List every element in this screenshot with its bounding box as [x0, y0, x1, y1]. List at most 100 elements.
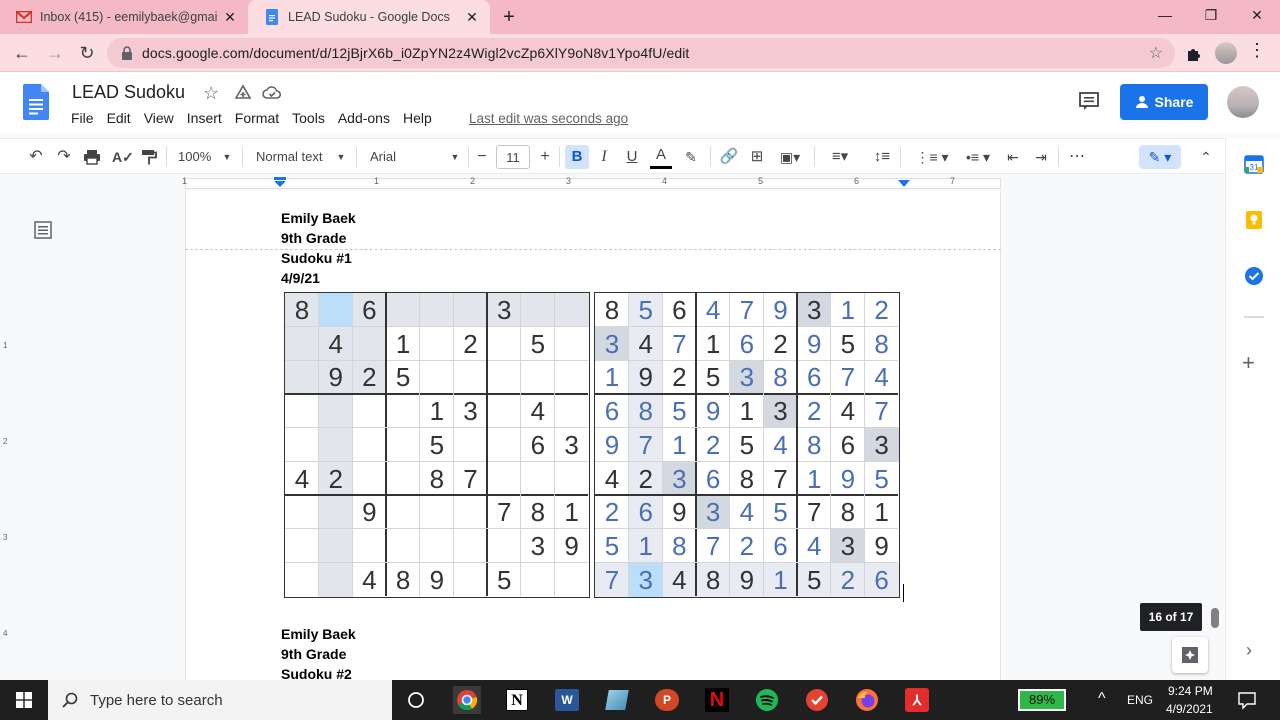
- italic-button[interactable]: I: [593, 145, 615, 169]
- sudoku-cell[interactable]: 7: [831, 360, 865, 394]
- sudoku-cell[interactable]: 5: [420, 428, 454, 462]
- spellcheck-icon[interactable]: A✓: [112, 145, 134, 169]
- sudoku-cell[interactable]: [318, 562, 353, 597]
- sudoku-cell[interactable]: 8: [662, 529, 696, 563]
- increase-indent-icon[interactable]: ⇥: [1031, 145, 1051, 169]
- sudoku-cell[interactable]: 1: [628, 528, 663, 563]
- powerpoint-icon[interactable]: P: [653, 686, 681, 714]
- sudoku-cell[interactable]: [386, 394, 420, 428]
- sudoku-cell[interactable]: 6: [521, 428, 555, 462]
- document-title[interactable]: LEAD Sudoku: [72, 82, 185, 103]
- increase-font-size-icon[interactable]: +: [537, 145, 553, 169]
- sudoku-cell[interactable]: [555, 394, 589, 428]
- sudoku-cell[interactable]: 7: [865, 394, 899, 428]
- sudoku-cell[interactable]: 3: [628, 562, 663, 597]
- sudoku-cell[interactable]: [285, 563, 319, 597]
- highlight-icon[interactable]: ✎: [681, 145, 701, 169]
- sudoku-cell[interactable]: 8: [386, 563, 420, 597]
- sudoku-cell[interactable]: 8: [696, 562, 731, 597]
- sudoku-cell[interactable]: 6: [797, 360, 831, 394]
- insert-image-icon[interactable]: ▣▾: [775, 145, 805, 169]
- chevron-down-icon[interactable]: ▼: [335, 145, 347, 169]
- sudoku-cell[interactable]: 1: [555, 495, 589, 529]
- sudoku-cell[interactable]: 4: [865, 360, 899, 394]
- underline-button[interactable]: U: [621, 145, 643, 169]
- menu-insert[interactable]: Insert: [187, 110, 222, 126]
- sudoku-cell[interactable]: 1: [386, 327, 420, 361]
- sudoku-cell[interactable]: 5: [386, 360, 420, 394]
- sudoku-cell[interactable]: 4: [521, 394, 555, 428]
- netflix-icon[interactable]: N: [703, 686, 731, 714]
- sudoku-cell[interactable]: 5: [865, 462, 899, 496]
- sudoku-cell[interactable]: [386, 495, 420, 529]
- sudoku-cell[interactable]: 9: [729, 562, 764, 597]
- language-indicator[interactable]: ENG: [1127, 693, 1153, 707]
- sudoku-cell[interactable]: 1: [595, 360, 629, 394]
- sudoku-cell[interactable]: 8: [595, 293, 629, 327]
- sudoku-cell[interactable]: 5: [797, 562, 832, 597]
- sudoku-cell[interactable]: 9: [555, 529, 589, 563]
- sudoku-cell[interactable]: 2: [830, 562, 865, 597]
- sudoku-cell[interactable]: 2: [454, 327, 488, 361]
- sudoku-cell[interactable]: 4: [318, 326, 353, 361]
- sudoku-cell[interactable]: [352, 394, 386, 428]
- sudoku-cell[interactable]: 3: [487, 293, 522, 327]
- sticky-notes-icon[interactable]: [603, 686, 631, 714]
- sudoku-cell[interactable]: 4: [285, 462, 319, 496]
- sudoku-cell[interactable]: 5: [487, 563, 521, 597]
- sudoku-cell[interactable]: [453, 293, 488, 327]
- sudoku-cell[interactable]: 8: [764, 360, 798, 394]
- sudoku-cell[interactable]: 4: [352, 563, 386, 597]
- task-view-icon[interactable]: [402, 686, 430, 714]
- sudoku-cell[interactable]: [521, 563, 555, 597]
- menu-view[interactable]: View: [144, 110, 174, 126]
- chrome-menu-icon[interactable]: ⋮: [1248, 40, 1266, 61]
- print-icon[interactable]: [83, 145, 101, 169]
- comment-history-icon[interactable]: [1078, 90, 1100, 112]
- menu-help[interactable]: Help: [403, 110, 432, 126]
- reload-icon[interactable]: ↻: [75, 41, 99, 65]
- acrobat-icon[interactable]: ⅄: [903, 686, 931, 714]
- font-select[interactable]: Arial: [370, 145, 430, 169]
- new-tab-button[interactable]: +: [498, 6, 520, 28]
- sudoku-cell[interactable]: 7: [628, 427, 663, 462]
- zoom-select[interactable]: 100%: [178, 145, 218, 169]
- sudoku-cell[interactable]: [487, 428, 521, 462]
- cloud-status-icon[interactable]: [262, 83, 282, 103]
- sudoku-cell[interactable]: 4: [628, 326, 663, 361]
- close-window-button[interactable]: ✕: [1234, 0, 1280, 30]
- paint-format-icon[interactable]: [141, 145, 157, 169]
- sudoku-cell[interactable]: 2: [797, 394, 831, 428]
- sudoku-cell[interactable]: 6: [764, 529, 798, 563]
- menu-format[interactable]: Format: [235, 110, 279, 126]
- sudoku-cell[interactable]: 6: [696, 462, 730, 496]
- sudoku-cell[interactable]: 3: [595, 326, 629, 361]
- todoist-icon[interactable]: [803, 686, 831, 714]
- editing-mode-button[interactable]: ✎ ▾: [1139, 145, 1181, 169]
- tab-gmail[interactable]: Inbox (415) - eemilybaek@gmail.com ✕: [0, 0, 248, 34]
- sudoku-cell[interactable]: 5: [662, 394, 696, 428]
- sudoku-cell[interactable]: 6: [864, 562, 899, 597]
- line-spacing-icon[interactable]: ↕≡: [871, 145, 893, 169]
- sudoku-cell[interactable]: 2: [595, 495, 629, 529]
- sudoku-cell[interactable]: 8: [730, 462, 764, 496]
- document-outline-icon[interactable]: [34, 221, 52, 239]
- sudoku-cell[interactable]: 1: [420, 394, 454, 428]
- sudoku-cell[interactable]: 7: [764, 462, 798, 496]
- address-bar[interactable]: docs.google.com/document/d/12jBjrX6b_i0Z…: [107, 38, 1175, 68]
- sudoku-cell[interactable]: 7: [595, 562, 629, 597]
- sudoku-cell[interactable]: [555, 563, 589, 597]
- more-options-icon[interactable]: ⋯: [1066, 145, 1088, 169]
- sudoku-cell[interactable]: 6: [595, 394, 629, 428]
- sudoku-cell[interactable]: [285, 394, 319, 428]
- word-icon[interactable]: W: [553, 686, 581, 714]
- sudoku-cell[interactable]: 6: [730, 327, 764, 361]
- sudoku-cell[interactable]: 8: [797, 428, 831, 462]
- clock-date[interactable]: 4/9/2021: [1166, 702, 1213, 716]
- sudoku-cell[interactable]: 1: [797, 462, 831, 496]
- sudoku-cell[interactable]: [454, 563, 488, 597]
- sudoku-cell[interactable]: [454, 428, 488, 462]
- sudoku-cell[interactable]: [386, 529, 420, 563]
- explore-button[interactable]: [1172, 637, 1208, 673]
- bold-button[interactable]: B: [565, 145, 589, 169]
